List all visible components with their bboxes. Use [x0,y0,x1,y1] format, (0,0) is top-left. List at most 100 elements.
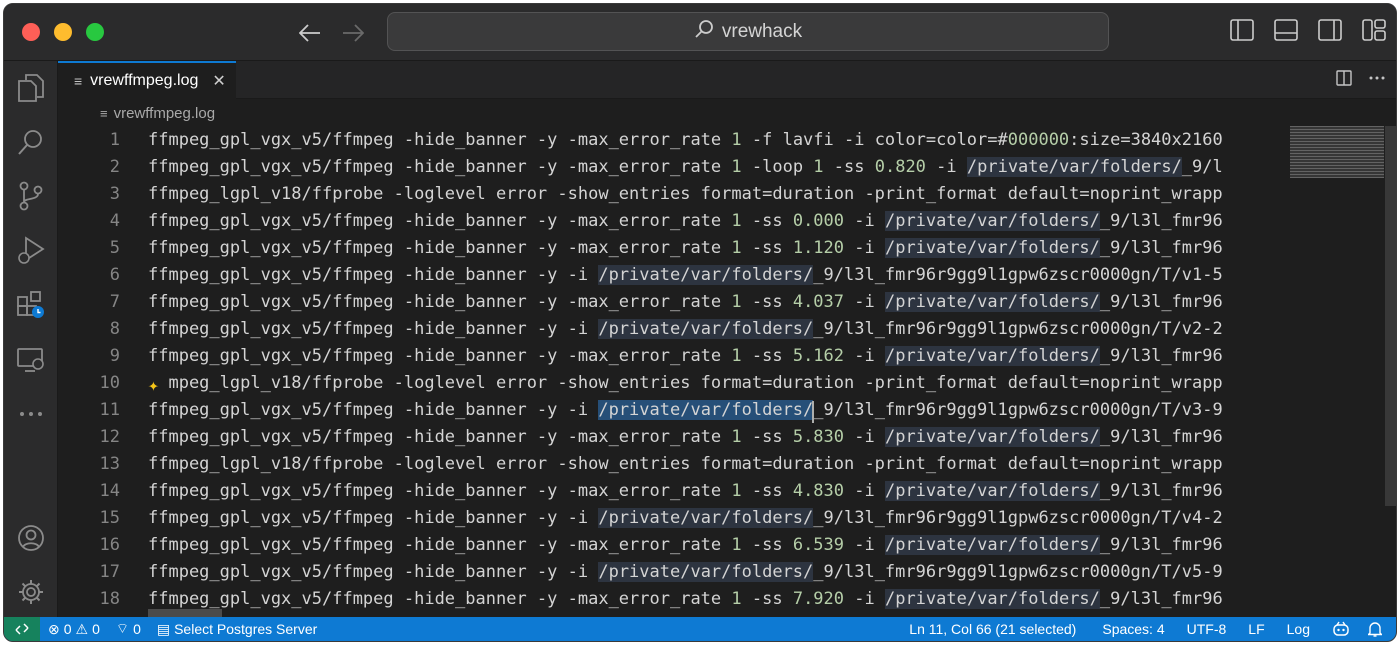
run-debug-icon[interactable] [14,233,48,267]
gear-icon[interactable] [14,575,48,609]
code-token: -ss [741,589,793,609]
code-line[interactable]: 3 ffmpeg_lgpl_v18/ffprobe -loglevel error… [58,181,1298,208]
ports-status[interactable]: ⌔ 0 [108,620,149,638]
search-text: vrewhack [721,20,803,42]
code-token: _9/l3l_fmr96 [1099,211,1223,231]
language-mode[interactable]: Log [1273,621,1318,637]
command-center-search[interactable]: vrewhack [387,12,1109,51]
code-line[interactable]: 18 ffmpeg_gpl_vgx_v5/ffmpeg -hide_banner … [58,586,1298,613]
code-token: -ss [741,535,793,555]
code-token: _9/l3l_fmr96 [1099,346,1223,366]
code-line[interactable]: 17 ffmpeg_gpl_vgx_v5/ffmpeg -hide_banner … [58,559,1298,586]
remote-indicator-icon[interactable] [4,617,40,641]
extensions-icon[interactable] [14,287,48,321]
copilot-sparkle-icon[interactable]: ✦ [148,372,159,399]
code-line[interactable]: 4 ffmpeg_gpl_vgx_v5/ffmpeg -hide_banner -… [58,208,1298,235]
close-window-button[interactable] [22,23,40,41]
selection-highlight: /private/var/folders/ [884,535,1100,555]
line-text: ffmpeg_gpl_vgx_v5/ffmpeg -hide_banner -y… [148,343,1290,370]
line-number: 11 [99,400,120,420]
code-token: ffmpeg_gpl_vgx_v5/ffmpeg -hide_banner -y… [148,535,732,555]
toggle-panel-icon[interactable] [1274,18,1298,42]
vertical-scrollbar[interactable] [1385,126,1396,506]
code-token: ffmpeg_gpl_vgx_v5/ffmpeg -hide_banner -y… [148,589,732,609]
minimap[interactable] [1290,126,1384,178]
line-number: 18 [99,589,120,609]
customize-layout-icon[interactable] [1362,18,1386,42]
code-token: -ss [741,346,793,366]
indentation[interactable]: Spaces: 4 [1084,621,1172,637]
search-icon[interactable] [14,125,48,159]
explorer-icon[interactable] [14,71,48,105]
code-line[interactable]: 12 ffmpeg_gpl_vgx_v5/ffmpeg -hide_banner … [58,424,1298,451]
line-number: 17 [99,562,120,582]
number-literal: 1 [731,238,742,258]
source-control-icon[interactable] [14,179,48,213]
more-actions-icon[interactable] [1368,70,1386,91]
notifications-bell-icon[interactable] [1358,621,1396,637]
code-token: _9/l3l_fmr96r9gg9l1gpw6zscr0000gn/T/v4-2 [813,508,1223,528]
selection-highlight: /private/var/folders/ [884,481,1100,501]
back-arrow-icon[interactable] [297,20,323,46]
code-editor[interactable]: 1 ffmpeg_gpl_vgx_v5/ffmpeg -hide_banner -… [58,125,1396,619]
selection-highlight: /private/var/folders/ [884,292,1100,312]
line-text: ffmpeg_lgpl_v18/ffprobe -loglevel error … [148,181,1290,208]
code-token: -f lavfi -i color=color=# [741,130,1008,150]
code-token: ffmpeg_gpl_vgx_v5/ffmpeg -hide_banner -y… [148,346,732,366]
remote-explorer-icon[interactable] [14,343,48,377]
minimize-window-button[interactable] [54,23,72,41]
code-token: mpeg_lgpl_v18/ffprobe -loglevel error -s… [148,373,1223,393]
code-token: -i [844,427,885,447]
warnings-count: 0 [92,621,100,637]
close-tab-icon[interactable]: ✕ [212,71,225,91]
accounts-icon[interactable] [14,521,48,555]
code-line[interactable]: 11 ffmpeg_gpl_vgx_v5/ffmpeg -hide_banner … [58,397,1298,424]
toggle-primary-sidebar-icon[interactable] [1230,18,1254,42]
tab-label: vrewffmpeg.log [90,72,199,89]
number-literal: 1 [731,481,742,501]
toggle-secondary-sidebar-icon[interactable] [1318,18,1342,42]
copilot-icon[interactable] [1318,621,1358,637]
code-line[interactable]: 8 ffmpeg_gpl_vgx_v5/ffmpeg -hide_banner -… [58,316,1298,343]
encoding[interactable]: UTF-8 [1173,621,1235,637]
code-line[interactable]: 2 ffmpeg_gpl_vgx_v5/ffmpeg -hide_banner -… [58,154,1298,181]
antenna-icon: ⌔ [115,620,130,636]
code-token: _9/l [1181,157,1223,177]
cursor-position[interactable]: Ln 11, Col 66 (21 selected) [901,621,1084,637]
status-bar: ⊗ 0 ⚠ 0 ⌔ 0 ▤ Select Postgres Server Ln … [4,617,1396,641]
end-of-line[interactable]: LF [1234,621,1272,637]
breadcrumb[interactable]: ≡ vrewffmpeg.log [58,99,1396,127]
code-token: -ss [823,157,875,177]
problems-status[interactable]: ⊗ 0 ⚠ 0 [40,621,108,638]
tab-vrewffmpeg-log[interactable]: ≡ vrewffmpeg.log ✕ [58,61,236,99]
code-token: -ss [741,238,793,258]
line-text: ffmpeg_gpl_vgx_v5/ffmpeg -hide_banner -y… [148,478,1290,505]
number-literal: 1 [731,157,742,177]
code-line[interactable]: 5 ffmpeg_gpl_vgx_v5/ffmpeg -hide_banner -… [58,235,1298,262]
number-literal: 1 [731,535,742,555]
breadcrumb-filename[interactable]: vrewffmpeg.log [114,105,215,122]
split-editor-icon[interactable] [1336,70,1352,91]
more-icon[interactable] [14,397,48,431]
code-line[interactable]: 9 ffmpeg_gpl_vgx_v5/ffmpeg -hide_banner -… [58,343,1298,370]
code-line[interactable]: 13 ffmpeg_lgpl_v18/ffprobe -loglevel erro… [58,451,1298,478]
text-selection: /private/var/folders/ [598,400,814,420]
code-token: -i [844,589,885,609]
code-token: ffmpeg_gpl_vgx_v5/ffmpeg -hide_banner -y… [148,481,732,501]
code-token: _9/l3l_fmr96r9gg9l1gpw6zscr0000gn/T/v1-5 [813,265,1223,285]
code-line[interactable]: 7 ffmpeg_gpl_vgx_v5/ffmpeg -hide_banner -… [58,289,1298,316]
code-line[interactable]: 16 ffmpeg_gpl_vgx_v5/ffmpeg -hide_banner … [58,532,1298,559]
number-literal: 0.820 [874,157,926,177]
zoom-window-button[interactable] [86,23,104,41]
code-line[interactable]: 1 ffmpeg_gpl_vgx_v5/ffmpeg -hide_banner -… [58,127,1298,154]
code-line[interactable]: 10 mpeg_lgpl_v18/ffprobe -loglevel error… [58,370,1298,397]
postgres-status[interactable]: ▤ Select Postgres Server [149,621,325,638]
number-literal: 1.120 [792,238,845,258]
error-icon: ⊗ [48,620,60,637]
line-text: ffmpeg_gpl_vgx_v5/ffmpeg -hide_banner -y… [148,559,1290,586]
code-line[interactable]: 6 ffmpeg_gpl_vgx_v5/ffmpeg -hide_banner -… [58,262,1298,289]
code-line[interactable]: 14 ffmpeg_gpl_vgx_v5/ffmpeg -hide_banner … [58,478,1298,505]
code-line[interactable]: 15 ffmpeg_gpl_vgx_v5/ffmpeg -hide_banner … [58,505,1298,532]
code-token: -ss [741,292,793,312]
forward-arrow-icon[interactable] [340,20,366,46]
